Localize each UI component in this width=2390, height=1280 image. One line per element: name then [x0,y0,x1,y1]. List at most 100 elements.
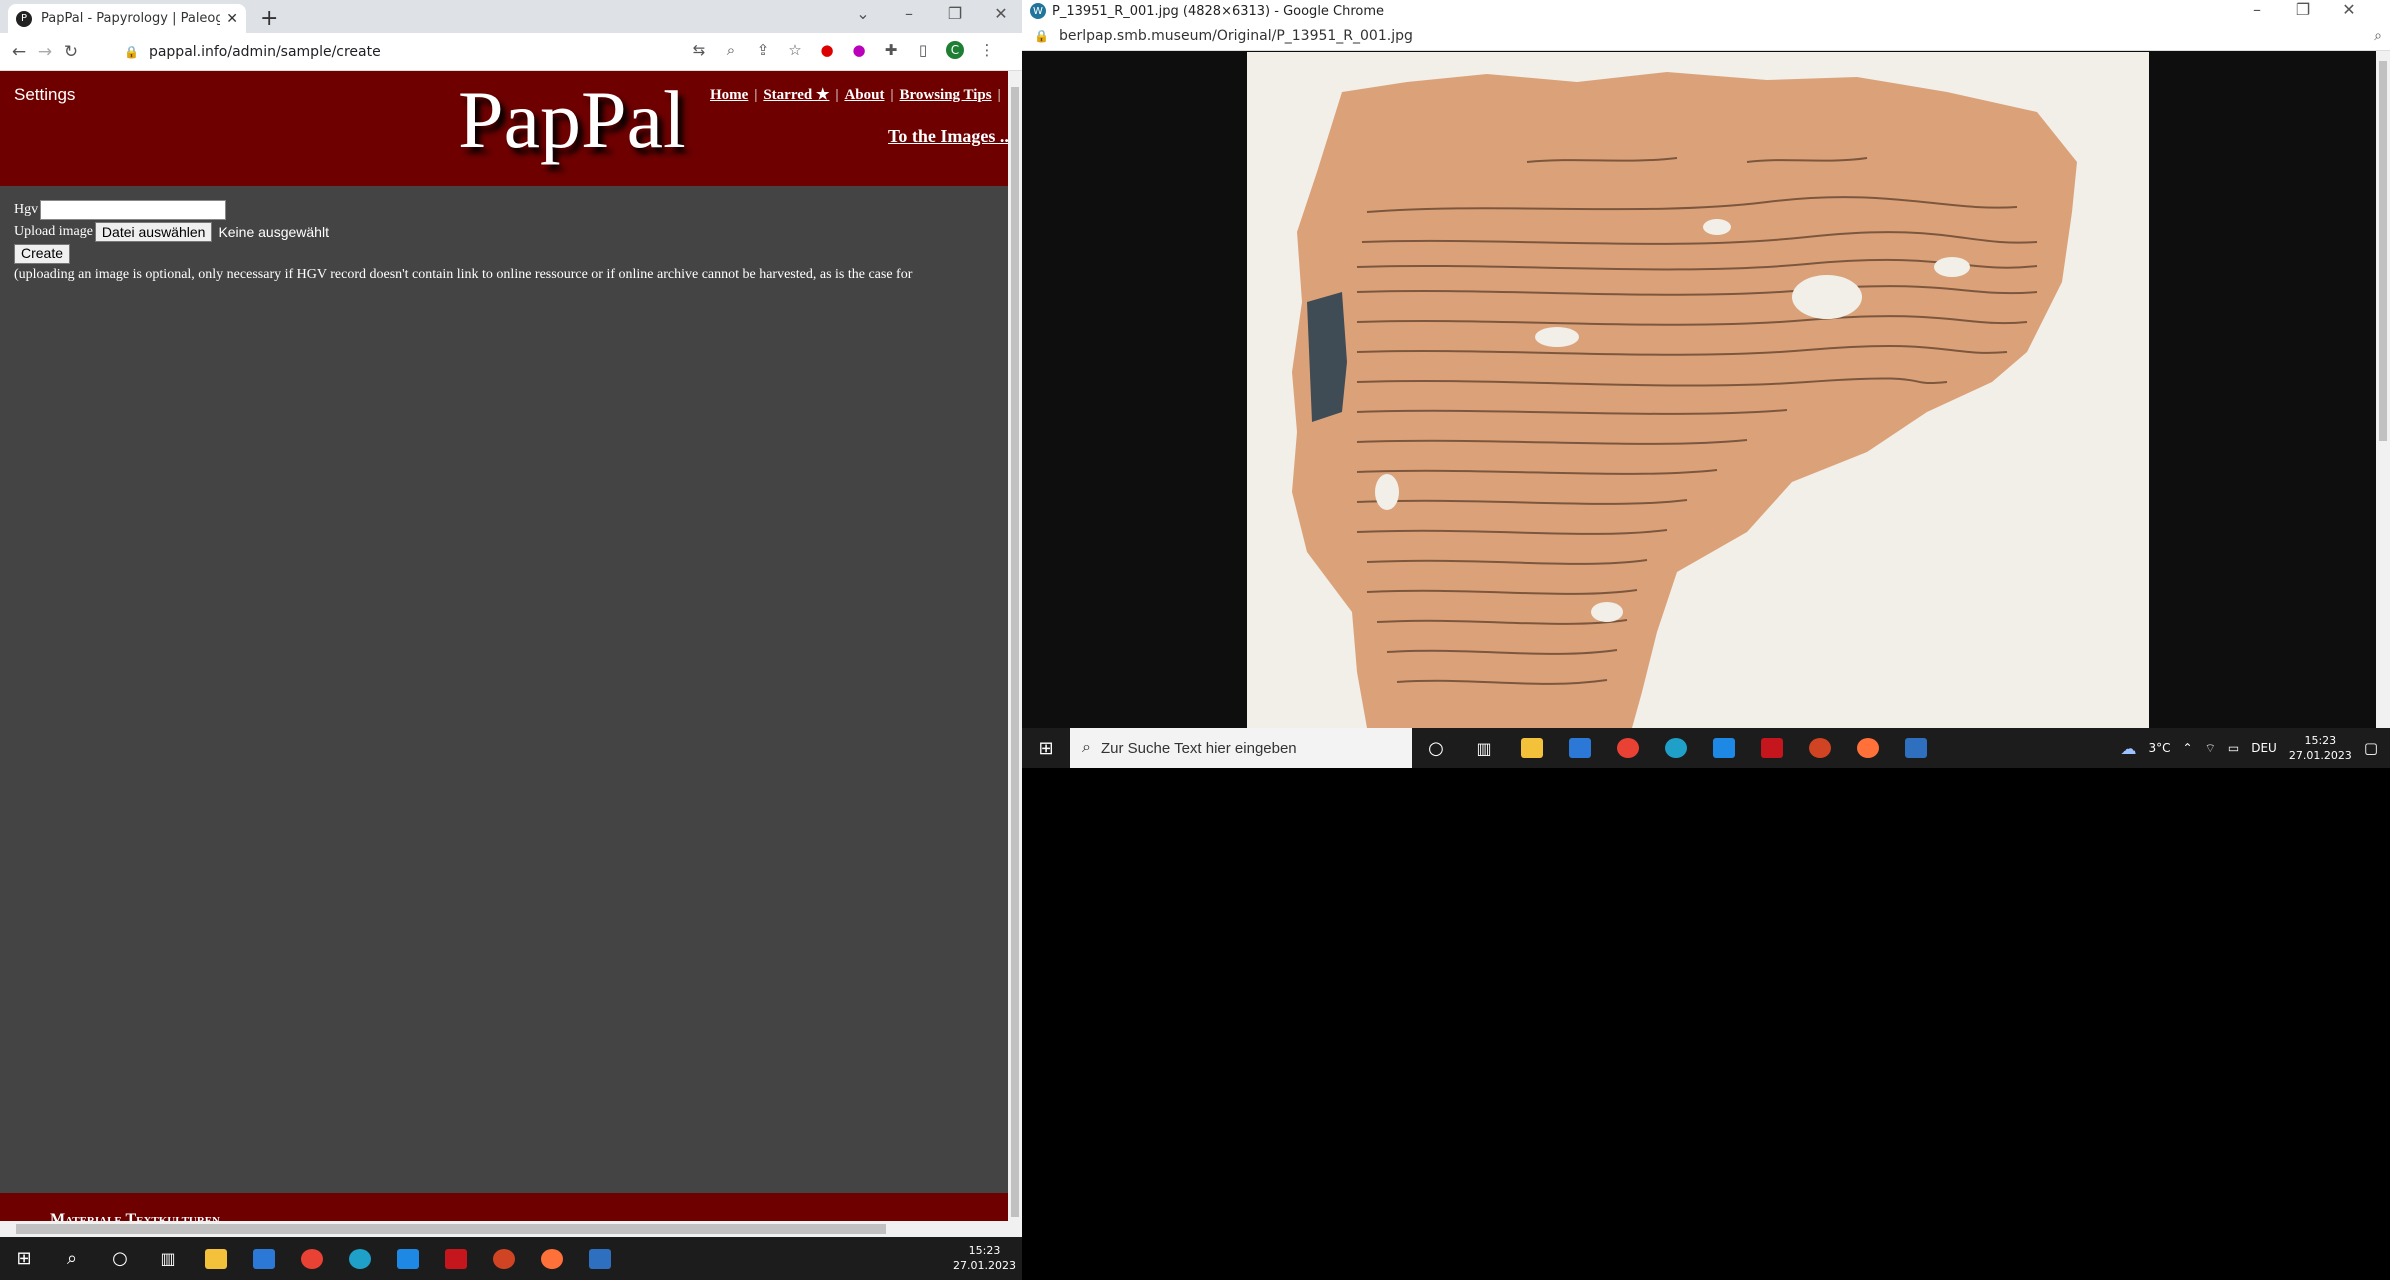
file-explorer-icon[interactable] [192,1237,240,1280]
store-icon[interactable] [240,1237,288,1280]
lock-icon: 🔒 [1034,29,1049,43]
nav-starred[interactable]: Starred ★ [763,87,829,103]
weather-temp[interactable]: 3°C [2149,741,2171,755]
right-minimize-icon[interactable]: – [2234,0,2280,19]
powerpoint-icon[interactable] [480,1237,528,1280]
clock-time-left: 15:23 [968,1244,1001,1257]
to-images-link[interactable]: To the Images ... [888,126,1013,147]
tab-pappal[interactable]: P PapPal - Papyrology | Paleograph ✕ [8,4,246,33]
taskbar-right: ⊞ ⌕ Zur Suche Text hier eingeben ○ ▥ ☁ 3… [1022,728,2390,768]
tab-title: PapPal - Papyrology | Paleograph [41,11,221,26]
right-window-controls: – ❐ ✕ [2234,0,2372,19]
settings-link[interactable]: Settings [14,85,75,105]
taskbar-clock-right[interactable]: 15:23 27.01.2023 [2289,733,2352,763]
mail-icon[interactable] [1700,727,1748,769]
taskbar-left: ⊞ ⌕ ○ ▥ 15:23 27.01.2023 [0,1237,1022,1280]
powerpoint-icon[interactable] [1796,727,1844,769]
tab-search-icon[interactable]: ⌄ [840,4,886,23]
extensions-puzzle-icon[interactable]: ✚ [882,41,900,59]
cortana-icon[interactable]: ○ [96,1237,144,1280]
firefox-icon[interactable] [1844,727,1892,769]
hgv-input[interactable] [40,200,227,220]
new-tab-icon[interactable]: + [260,6,278,31]
cortana-icon[interactable]: ○ [1412,727,1460,769]
edge-icon[interactable] [1652,727,1700,769]
search-placeholder: Zur Suche Text hier eingeben [1100,739,1297,757]
image-window-titlebar: W P_13951_R_001.jpg (4828×6313) - Google… [1022,0,2390,22]
taskbar-clock-left[interactable]: 15:23 27.01.2023 [953,1243,1016,1273]
choose-file-button[interactable]: Datei auswählen [94,222,213,242]
create-button[interactable]: Create [14,244,71,264]
acrobat-icon[interactable] [432,1237,480,1280]
upload-image-label: Upload image [14,224,93,239]
clock-time-right: 15:23 [2304,734,2337,747]
right-close-icon[interactable]: ✕ [2326,0,2372,19]
chrome-icon[interactable] [288,1237,336,1280]
language-indicator[interactable]: DEU [2251,741,2277,755]
battery-icon[interactable]: ▭ [2228,741,2239,755]
zoom-icon[interactable]: ⌕ [722,41,740,59]
site-logo: PapPal [458,74,686,165]
firefox-icon[interactable] [528,1237,576,1280]
extension-purple-icon[interactable]: ● [850,41,868,59]
nav-home[interactable]: Home [710,87,748,103]
start-windows-icon[interactable]: ⊞ [0,1237,48,1280]
window-controls: ⌄ – ❐ ✕ [840,4,1022,23]
right-restore-icon[interactable]: ❐ [2280,0,2326,19]
profile-avatar-icon[interactable]: C [946,41,964,59]
zoom-icon[interactable]: ⌕ [2374,28,2382,44]
store-icon[interactable] [1556,727,1604,769]
photos-icon[interactable] [576,1237,624,1280]
forward-icon[interactable]: → [32,42,58,62]
clock-date-left: 27.01.2023 [953,1259,1016,1272]
start-windows-icon[interactable]: ⊞ [1022,727,1070,769]
acrobat-icon[interactable] [1748,727,1796,769]
image-window-title: P_13951_R_001.jpg (4828×6313) - Google C… [1052,3,1385,19]
search-icon[interactable]: ⌕ [48,1237,96,1280]
right-browser-window: W P_13951_R_001.jpg (4828×6313) - Google… [1022,0,2390,768]
reload-icon[interactable]: ↻ [58,42,84,62]
image-vertical-scrollbar[interactable] [2376,51,2390,728]
close-window-icon[interactable]: ✕ [978,4,1022,23]
vertical-scrollbar[interactable] [1008,71,1022,1237]
mail-icon[interactable] [384,1237,432,1280]
horizontal-scroll-thumb[interactable] [16,1224,886,1234]
pappal-favicon-icon: P [16,10,32,27]
address-bar[interactable]: 🔒 pappal.info/admin/sample/create [110,38,670,66]
site-header: Settings PapPal Home | Starred ★ | About | Bro… [0,71,1013,186]
image-scroll-thumb[interactable] [2379,61,2387,441]
photos-icon[interactable] [1892,727,1940,769]
horizontal-scrollbar[interactable] [0,1221,1008,1237]
close-tab-icon[interactable]: ✕ [226,11,238,27]
chevron-up-icon[interactable]: ⌃ [2183,741,2193,755]
task-view-icon[interactable]: ▥ [1460,727,1508,769]
network-icon[interactable]: ⌔ [2205,741,2216,756]
back-icon[interactable]: ← [6,42,32,62]
lock-icon: 🔒 [124,45,139,59]
share-icon[interactable]: ⇪ [754,41,772,59]
restore-icon[interactable]: ❐ [932,4,978,23]
task-view-icon[interactable]: ▥ [144,1237,192,1280]
nav-about[interactable]: About [844,87,884,103]
wordpress-favicon-icon: W [1030,3,1046,19]
tab-strip: P PapPal - Papyrology | Paleograph ✕ + ⌄… [0,0,1022,33]
papyrus-fragment-graphic [1247,52,2149,728]
papyrus-image[interactable] [1247,52,2149,728]
bookmark-star-icon[interactable]: ☆ [786,41,804,59]
vertical-scroll-thumb[interactable] [1011,87,1019,1217]
extension-red-icon[interactable]: ● [818,41,836,59]
menu-dots-icon[interactable]: ⋮ [978,41,996,59]
chrome-icon[interactable] [1604,727,1652,769]
file-explorer-icon[interactable] [1508,727,1556,769]
edge-icon[interactable] [336,1237,384,1280]
minimize-icon[interactable]: – [886,4,932,23]
translate-icon[interactable]: ⇆ [690,41,708,59]
taskbar-search-box[interactable]: ⌕ Zur Suche Text hier eingeben [1070,728,1412,768]
nav-browsing-tips[interactable]: Browsing Tips [899,87,991,103]
side-panel-icon[interactable]: ▯ [914,41,932,59]
weather-cloud-icon[interactable]: ☁ [2121,739,2137,758]
no-file-selected-text: Keine ausgewählt [218,224,329,240]
image-address-bar[interactable]: 🔒 berlpap.smb.museum/Original/P_13951_R_… [1022,22,2390,51]
left-browser-window: P PapPal - Papyrology | Paleograph ✕ + ⌄… [0,0,1022,1280]
notification-icon[interactable]: ▢ [2364,739,2378,757]
